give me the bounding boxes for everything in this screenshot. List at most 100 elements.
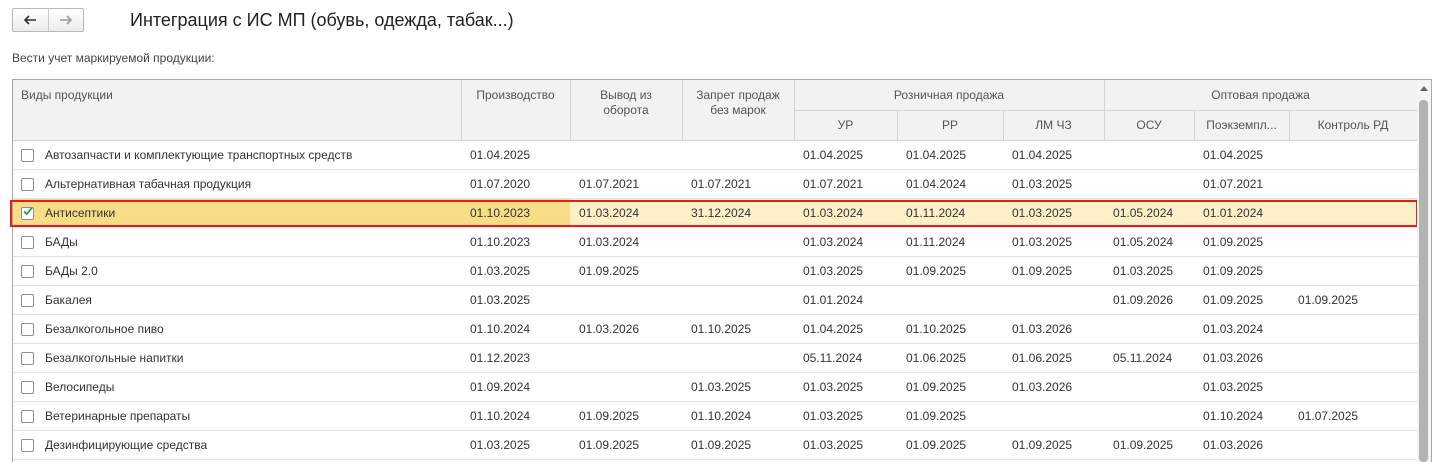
date-cell-osu[interactable]	[1104, 401, 1195, 431]
date-cell-ur[interactable]: 01.07.2021	[794, 169, 897, 199]
row-checkbox[interactable]	[21, 177, 34, 191]
date-cell-production[interactable]: 01.09.2024	[461, 372, 570, 402]
date-cell-rd-control[interactable]	[1289, 372, 1418, 402]
forward-button[interactable]	[47, 9, 84, 31]
date-cell-sales-ban[interactable]	[682, 343, 794, 373]
date-cell-withdrawal[interactable]	[570, 285, 682, 315]
date-cell-sales-ban[interactable]	[682, 256, 794, 286]
date-cell-lm-cz[interactable]: 01.03.2025	[1003, 198, 1105, 228]
date-cell-rd-control[interactable]	[1289, 430, 1418, 460]
date-cell-per-item[interactable]: 01.03.2025	[1194, 372, 1290, 402]
date-cell-withdrawal[interactable]: 01.09.2025	[570, 256, 682, 286]
date-cell-lm-cz[interactable]: 01.03.2026	[1003, 372, 1105, 402]
date-cell-sales-ban[interactable]: 01.03.2025	[682, 372, 794, 402]
column-header-per-item[interactable]: Поэкземпл...	[1194, 110, 1290, 141]
date-cell-per-item[interactable]: 01.03.2026	[1194, 430, 1290, 460]
date-cell-per-item[interactable]: 01.09.2025	[1194, 227, 1290, 257]
date-cell-ur[interactable]: 01.03.2025	[794, 372, 897, 402]
back-button[interactable]	[13, 9, 48, 31]
product-type-cell[interactable]: Безалкогольные напитки	[13, 343, 461, 373]
scrollbar-thumb[interactable]	[1419, 100, 1428, 462]
date-cell-withdrawal[interactable]	[570, 343, 682, 373]
column-header-production[interactable]: Производство	[461, 80, 571, 141]
date-cell-production[interactable]: 01.12.2023	[461, 343, 570, 373]
date-cell-rr[interactable]: 01.11.2024	[897, 198, 1003, 228]
date-cell-per-item[interactable]: 01.07.2021	[1194, 169, 1290, 199]
date-cell-rr[interactable]: 01.04.2024	[897, 169, 1003, 199]
table-row[interactable]: БАДы 01.10.2023 01.03.2024 01.03.2024 01.11.…	[13, 227, 1418, 257]
table-row[interactable]: БАДы 2.0 01.03.2025 01.09.2025 01.03.2025 01…	[13, 256, 1418, 286]
column-header-osu[interactable]: ОСУ	[1104, 110, 1195, 141]
date-cell-rr[interactable]: 01.09.2025	[897, 256, 1003, 286]
row-checkbox[interactable]	[21, 206, 34, 220]
date-cell-production[interactable]: 01.10.2023	[461, 227, 570, 257]
table-row[interactable]: Безалкогольные напитки 01.12.2023 05.11.20…	[13, 343, 1418, 373]
date-cell-rd-control[interactable]: 01.07.2025	[1289, 401, 1418, 431]
row-checkbox[interactable]	[21, 235, 34, 249]
row-checkbox[interactable]	[21, 351, 34, 365]
date-cell-rr[interactable]: 01.11.2024	[897, 227, 1003, 257]
column-header-withdrawal[interactable]: Вывод из оборота	[570, 80, 683, 141]
vertical-scrollbar[interactable]	[1417, 80, 1431, 462]
scroll-up-icon[interactable]	[1420, 86, 1428, 91]
date-cell-production[interactable]: 01.03.2025	[461, 285, 570, 315]
date-cell-lm-cz[interactable]: 01.03.2025	[1003, 169, 1105, 199]
date-cell-production[interactable]: 01.10.2024	[461, 314, 570, 344]
date-cell-osu[interactable]	[1104, 140, 1195, 170]
row-checkbox[interactable]	[21, 293, 34, 307]
date-cell-rr[interactable]	[897, 285, 1003, 315]
product-type-cell[interactable]: Бакалея	[13, 285, 461, 315]
table-row[interactable]: Велосипеды 01.09.2024 01.03.2025 01.03.2025…	[13, 372, 1418, 402]
date-cell-production[interactable]: 01.03.2025	[461, 256, 570, 286]
date-cell-rd-control[interactable]	[1289, 227, 1418, 257]
date-cell-per-item[interactable]: 01.04.2025	[1194, 140, 1290, 170]
date-cell-ur[interactable]: 01.01.2024	[794, 285, 897, 315]
date-cell-sales-ban[interactable]: 01.10.2024	[682, 401, 794, 431]
date-cell-lm-cz[interactable]: 01.09.2025	[1003, 256, 1105, 286]
date-cell-ur[interactable]: 01.03.2024	[794, 227, 897, 257]
date-cell-sales-ban[interactable]: 01.09.2025	[682, 430, 794, 460]
date-cell-production[interactable]: 01.07.2020	[461, 169, 570, 199]
product-type-cell[interactable]: Автозапчасти и комплектующие транспортны…	[13, 140, 461, 170]
date-cell-sales-ban[interactable]	[682, 227, 794, 257]
date-cell-production[interactable]: 01.04.2025	[461, 140, 570, 170]
row-checkbox[interactable]	[21, 148, 34, 162]
table-row[interactable]: Безалкогольное пиво 01.10.2024 01.03.2026 0…	[13, 314, 1418, 344]
date-cell-rd-control[interactable]	[1289, 169, 1418, 199]
date-cell-withdrawal[interactable]: 01.03.2026	[570, 314, 682, 344]
date-cell-osu[interactable]: 01.03.2025	[1104, 256, 1195, 286]
date-cell-lm-cz[interactable]: 01.03.2026	[1003, 314, 1105, 344]
date-cell-withdrawal[interactable]: 01.09.2025	[570, 401, 682, 431]
table-row[interactable]: Ветеринарные препараты 01.10.2024 01.09.20…	[13, 401, 1418, 431]
row-checkbox[interactable]	[21, 409, 34, 423]
date-cell-sales-ban[interactable]: 31.12.2024	[682, 198, 794, 228]
date-cell-osu[interactable]: 05.11.2024	[1104, 343, 1195, 373]
row-checkbox[interactable]	[21, 380, 34, 394]
date-cell-osu[interactable]	[1104, 372, 1195, 402]
date-cell-lm-cz[interactable]: 01.09.2025	[1003, 430, 1105, 460]
product-type-cell[interactable]: Дезинфицирующие средства	[13, 430, 461, 460]
date-cell-ur[interactable]: 05.11.2024	[794, 343, 897, 373]
column-header-ur[interactable]: УР	[794, 110, 898, 141]
date-cell-per-item[interactable]: 01.10.2024	[1194, 401, 1290, 431]
row-checkbox[interactable]	[21, 438, 34, 452]
product-type-cell[interactable]: Велосипеды	[13, 372, 461, 402]
date-cell-sales-ban[interactable]	[682, 140, 794, 170]
product-type-cell[interactable]: Ветеринарные препараты	[13, 401, 461, 431]
date-cell-osu[interactable]	[1104, 169, 1195, 199]
date-cell-rr[interactable]: 01.06.2025	[897, 343, 1003, 373]
date-cell-rr[interactable]: 01.09.2025	[897, 372, 1003, 402]
date-cell-lm-cz[interactable]: 01.06.2025	[1003, 343, 1105, 373]
date-cell-withdrawal[interactable]: 01.03.2024	[570, 227, 682, 257]
column-header-rd-control[interactable]: Контроль РД	[1289, 110, 1418, 141]
product-type-cell[interactable]: БАДы 2.0	[13, 256, 461, 286]
date-cell-withdrawal[interactable]	[570, 140, 682, 170]
table-row[interactable]: Антисептики 01.10.2023 01.03.2024 31.12.202…	[13, 198, 1418, 228]
date-cell-per-item[interactable]: 01.03.2024	[1194, 314, 1290, 344]
date-cell-rr[interactable]: 01.04.2025	[897, 140, 1003, 170]
product-type-cell[interactable]: БАДы	[13, 227, 461, 257]
date-cell-rd-control[interactable]	[1289, 198, 1418, 228]
table-row[interactable]: Дезинфицирующие средства 01.03.2025 01.09.…	[13, 430, 1418, 460]
date-cell-lm-cz[interactable]: 01.04.2025	[1003, 140, 1105, 170]
date-cell-rr[interactable]: 01.09.2025	[897, 401, 1003, 431]
